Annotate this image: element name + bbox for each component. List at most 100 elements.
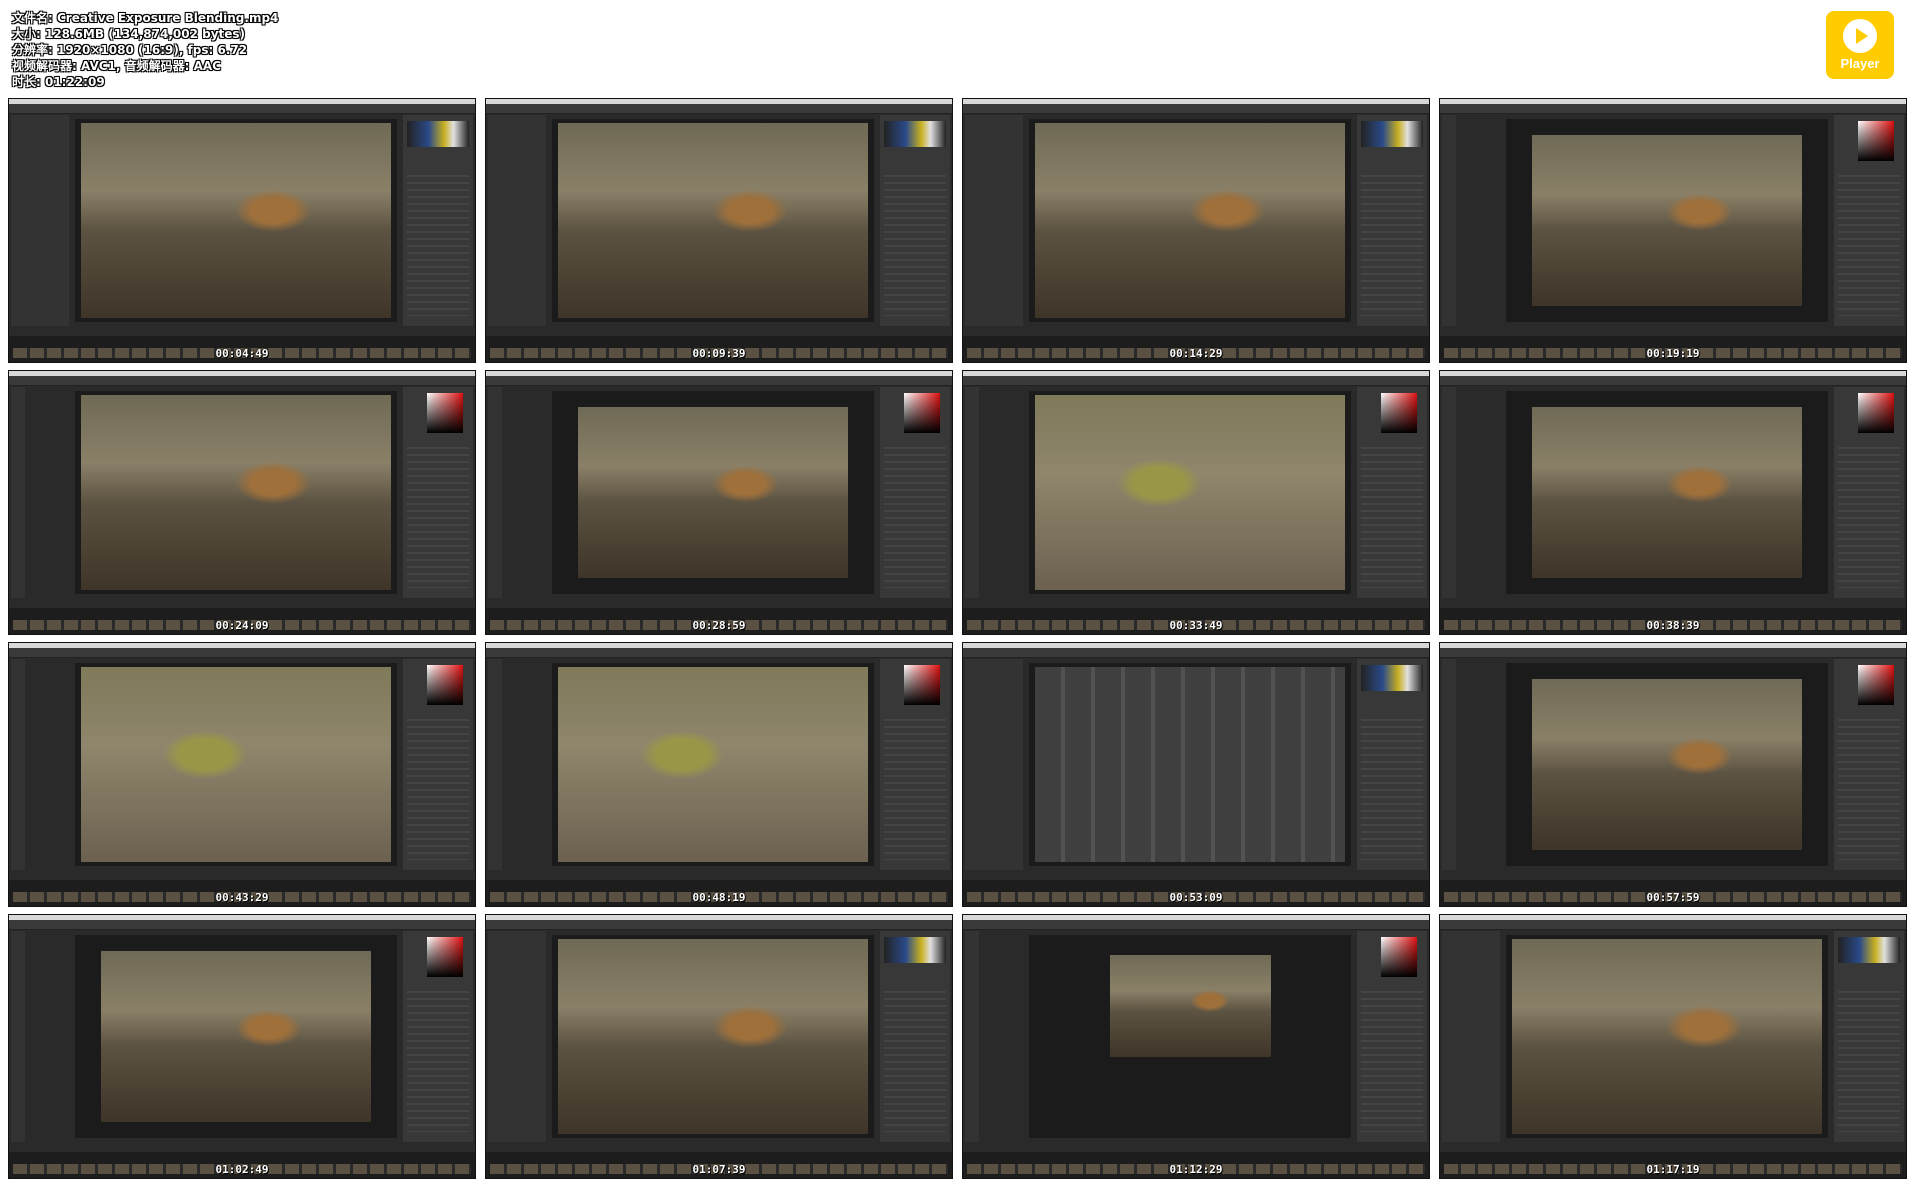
toolbar bbox=[486, 648, 952, 658]
photo bbox=[1531, 679, 1803, 850]
photo bbox=[558, 667, 868, 862]
toolbar bbox=[1440, 104, 1906, 114]
thumbnail-grid: 00:04:49 00:09:39 00:14:29 00:19:19 00:2… bbox=[8, 98, 1907, 1179]
histogram bbox=[1838, 937, 1900, 963]
video-thumbnail[interactable]: 00:09:39 bbox=[485, 98, 953, 363]
color-picker bbox=[427, 393, 463, 433]
tools-panel bbox=[1442, 659, 1456, 870]
right-panel bbox=[880, 659, 950, 870]
photo bbox=[1109, 955, 1271, 1057]
color-picker bbox=[1858, 393, 1894, 433]
photo bbox=[1035, 123, 1345, 318]
timestamp: 00:43:29 bbox=[215, 891, 269, 904]
toolbar bbox=[486, 376, 952, 386]
color-picker bbox=[1381, 937, 1417, 977]
photo bbox=[1531, 407, 1803, 578]
toolbar bbox=[963, 104, 1429, 114]
timestamp: 00:28:59 bbox=[692, 619, 746, 632]
photo-grid bbox=[1035, 667, 1345, 862]
tools-panel bbox=[965, 931, 979, 1142]
canvas bbox=[1506, 663, 1828, 866]
video-thumbnail[interactable]: 01:17:19 bbox=[1439, 914, 1907, 1179]
photo bbox=[1512, 939, 1822, 1134]
timestamp: 00:14:29 bbox=[1169, 347, 1223, 360]
video-thumbnail[interactable]: 00:57:59 bbox=[1439, 642, 1907, 907]
video-thumbnail[interactable]: 01:07:39 bbox=[485, 914, 953, 1179]
histogram bbox=[884, 121, 946, 147]
timestamp: 01:02:49 bbox=[215, 1163, 269, 1176]
toolbar bbox=[963, 920, 1429, 930]
toolbar bbox=[1440, 648, 1906, 658]
video-thumbnail[interactable]: 00:38:39 bbox=[1439, 370, 1907, 635]
right-panel bbox=[880, 931, 950, 1142]
video-thumbnail[interactable]: 01:02:49 bbox=[8, 914, 476, 1179]
color-picker bbox=[1858, 121, 1894, 161]
canvas bbox=[552, 935, 874, 1138]
color-picker bbox=[904, 665, 940, 705]
color-picker bbox=[427, 937, 463, 977]
left-panel bbox=[965, 115, 1023, 326]
video-thumbnail[interactable]: 00:48:19 bbox=[485, 642, 953, 907]
canvas bbox=[1506, 391, 1828, 594]
color-picker bbox=[904, 393, 940, 433]
histogram bbox=[1361, 121, 1423, 147]
canvas bbox=[552, 391, 874, 594]
file-name: 文件名: Creative Exposure Blending.mp4 bbox=[12, 11, 279, 25]
player-button[interactable]: Player bbox=[1826, 11, 1894, 79]
photo bbox=[558, 123, 868, 318]
tools-panel bbox=[488, 387, 502, 598]
right-panel bbox=[1357, 659, 1427, 870]
video-thumbnail[interactable]: 00:53:09 bbox=[962, 642, 1430, 907]
left-panel bbox=[1442, 931, 1500, 1142]
video-thumbnail[interactable]: 00:24:09 bbox=[8, 370, 476, 635]
right-panel bbox=[403, 387, 473, 598]
color-picker bbox=[427, 665, 463, 705]
left-panel bbox=[965, 659, 1023, 870]
toolbar bbox=[9, 648, 475, 658]
video-thumbnail[interactable]: 00:14:29 bbox=[962, 98, 1430, 363]
tools-panel bbox=[488, 659, 502, 870]
timestamp: 00:19:19 bbox=[1646, 347, 1700, 360]
right-panel bbox=[880, 387, 950, 598]
canvas bbox=[1029, 119, 1351, 322]
right-panel bbox=[403, 659, 473, 870]
toolbar bbox=[9, 920, 475, 930]
tools-panel bbox=[11, 387, 25, 598]
timestamp: 00:53:09 bbox=[1169, 891, 1223, 904]
canvas bbox=[75, 663, 397, 866]
timestamp: 00:04:49 bbox=[215, 347, 269, 360]
canvas bbox=[75, 935, 397, 1138]
canvas bbox=[75, 119, 397, 322]
toolbar bbox=[9, 376, 475, 386]
photo bbox=[81, 667, 391, 862]
tools-panel bbox=[11, 931, 25, 1142]
right-panel bbox=[403, 931, 473, 1142]
toolbar bbox=[9, 104, 475, 114]
histogram bbox=[884, 937, 946, 963]
video-thumbnail[interactable]: 00:43:29 bbox=[8, 642, 476, 907]
file-resolution: 分辨率: 1920×1080 (16:9), fps: 6.72 bbox=[12, 43, 248, 57]
photo bbox=[81, 123, 391, 318]
right-panel bbox=[1834, 115, 1904, 326]
timestamp: 01:07:39 bbox=[692, 1163, 746, 1176]
timestamp: 01:12:29 bbox=[1169, 1163, 1223, 1176]
canvas bbox=[1029, 391, 1351, 594]
tools-panel bbox=[965, 387, 979, 598]
video-thumbnail[interactable]: 00:33:49 bbox=[962, 370, 1430, 635]
video-thumbnail[interactable]: 01:12:29 bbox=[962, 914, 1430, 1179]
toolbar bbox=[963, 376, 1429, 386]
color-picker bbox=[1858, 665, 1894, 705]
histogram bbox=[407, 121, 469, 147]
file-codec: 视频解码器: AVC1, 音频解码器: AAC bbox=[12, 59, 221, 73]
right-panel bbox=[1834, 387, 1904, 598]
video-thumbnail[interactable]: 00:28:59 bbox=[485, 370, 953, 635]
right-panel bbox=[1834, 659, 1904, 870]
file-size: 大小: 128.6MB (134,874,002 bytes) bbox=[12, 27, 246, 41]
video-thumbnail[interactable]: 00:04:49 bbox=[8, 98, 476, 363]
tools-panel bbox=[11, 659, 25, 870]
right-panel bbox=[1357, 931, 1427, 1142]
video-thumbnail[interactable]: 00:19:19 bbox=[1439, 98, 1907, 363]
toolbar bbox=[963, 648, 1429, 658]
photo bbox=[1531, 135, 1803, 306]
timestamp: 00:24:09 bbox=[215, 619, 269, 632]
